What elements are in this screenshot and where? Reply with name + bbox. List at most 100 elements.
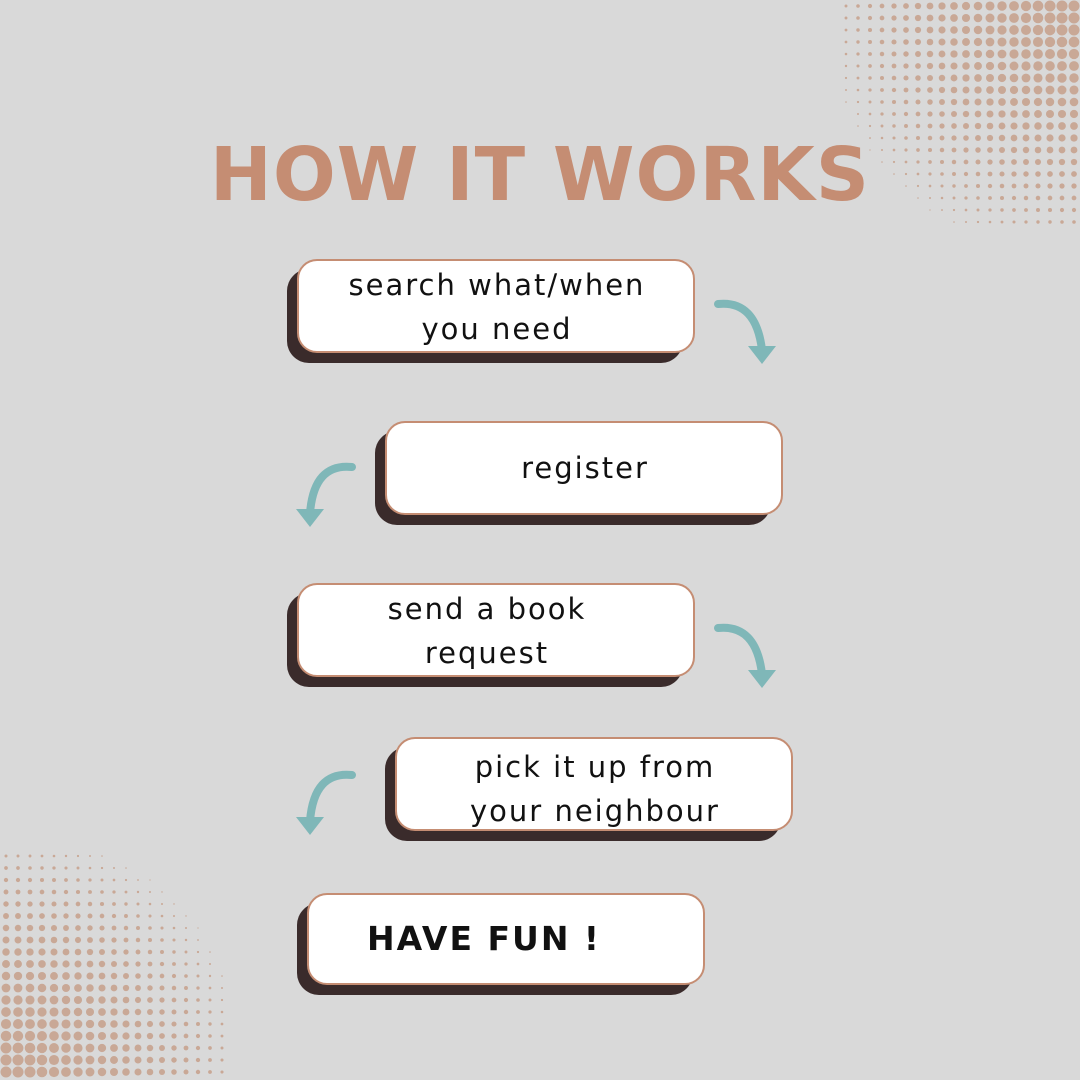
halftone-dot: [28, 854, 32, 858]
halftone-dot: [26, 924, 34, 932]
halftone-dot: [86, 948, 94, 956]
halftone-dot: [208, 1010, 212, 1014]
halftone-dot: [74, 972, 82, 980]
halftone-dot: [148, 914, 152, 918]
halftone-dot: [14, 948, 22, 956]
halftone-dot: [961, 13, 971, 23]
halftone-dot: [903, 75, 909, 81]
halftone-dot: [857, 125, 859, 127]
halftone-dot: [903, 87, 909, 93]
halftone-dot: [111, 925, 117, 931]
infographic-canvas: HOW IT WORKS search what/when you need r…: [0, 0, 1080, 1080]
halftone-dot: [973, 37, 983, 47]
halftone-dot: [111, 949, 117, 955]
step-label-request: send a book request: [387, 592, 587, 670]
halftone-dot: [110, 984, 118, 992]
halftone-dot: [879, 3, 885, 9]
halftone-dot: [938, 2, 946, 10]
halftone-dot: [1021, 85, 1031, 95]
halftone-dot: [844, 64, 848, 68]
halftone-dot: [39, 913, 45, 919]
halftone-dot: [196, 998, 200, 1002]
halftone-dot: [88, 878, 92, 882]
halftone-dot: [49, 1043, 59, 1053]
halftone-dot: [1068, 48, 1080, 60]
halftone-dot: [196, 1022, 200, 1026]
halftone-dot: [124, 914, 128, 918]
halftone-dot: [134, 1020, 142, 1028]
halftone-dot: [159, 1021, 165, 1027]
halftone-dot: [85, 1007, 95, 1017]
halftone-dot: [985, 1, 995, 11]
halftone-dot: [15, 913, 21, 919]
halftone-dot: [26, 948, 34, 956]
halftone-dot: [879, 75, 885, 81]
halftone-dot: [950, 62, 958, 70]
halftone-dot: [134, 1068, 142, 1076]
halftone-dot: [927, 111, 933, 117]
halftone-dot: [1057, 85, 1067, 95]
halftone-dot: [927, 87, 933, 93]
halftone-dot: [208, 1058, 212, 1062]
halftone-dot: [985, 37, 995, 47]
halftone-dot: [15, 901, 21, 907]
halftone-dot: [146, 1056, 154, 1064]
halftone-dot: [845, 101, 847, 103]
halftone-dot: [962, 74, 970, 82]
halftone-dot: [73, 1067, 83, 1077]
step-card-pickup: pick it up from your neighbour: [385, 737, 793, 841]
halftone-dot: [915, 51, 921, 57]
halftone-dot: [1009, 25, 1019, 35]
halftone-dot: [1032, 12, 1044, 24]
halftone-dot: [12, 1018, 24, 1030]
halftone-dot: [135, 925, 141, 931]
halftone-dot: [1021, 61, 1031, 71]
halftone-dot: [0, 1066, 12, 1078]
halftone-dot: [99, 913, 105, 919]
halftone-dot: [1033, 97, 1043, 107]
halftone-dot: [962, 110, 970, 118]
halftone-dot: [985, 61, 995, 71]
halftone-dot: [13, 995, 23, 1005]
halftone-dot: [867, 3, 873, 9]
halftone-dot: [951, 123, 957, 129]
halftone-dot: [844, 40, 848, 44]
halftone-dot: [159, 985, 165, 991]
halftone-dot: [172, 950, 176, 954]
halftone-dot: [98, 1020, 106, 1028]
halftone-dot: [74, 960, 82, 968]
halftone-dot: [868, 76, 872, 80]
halftone-dot: [976, 220, 980, 224]
halftone-dot: [938, 38, 946, 46]
halftone-dot: [2, 936, 10, 944]
halftone-dot: [1009, 73, 1019, 83]
halftone-dot: [40, 854, 44, 858]
halftone-dot: [1046, 122, 1054, 130]
halftone-dot: [110, 996, 118, 1004]
halftone-dot: [24, 1054, 36, 1066]
halftone-dot: [220, 1010, 224, 1014]
halftone-dot: [891, 15, 897, 21]
halftone-dot: [856, 28, 860, 32]
halftone-dot: [986, 98, 994, 106]
halftone-dot: [37, 1007, 47, 1017]
halftone-dot: [220, 1034, 224, 1038]
halftone-dot: [974, 110, 982, 118]
halftone-dot: [27, 889, 33, 895]
halftone-dot: [185, 927, 187, 929]
halftone-dot: [915, 111, 921, 117]
halftone-dot: [159, 973, 165, 979]
halftone-dot: [939, 111, 945, 117]
halftone-dot: [903, 99, 909, 105]
halftone-dot: [39, 889, 45, 895]
halftone-dot: [1057, 73, 1067, 83]
halftone-dot: [146, 1044, 154, 1052]
halftone-dot: [974, 98, 982, 106]
halftone-dot: [973, 25, 983, 35]
halftone-dot: [926, 26, 934, 34]
halftone-dot: [183, 1009, 189, 1015]
halftone-dot: [52, 854, 56, 858]
halftone-dot: [891, 99, 897, 105]
halftone-dot: [86, 984, 94, 992]
halftone-dot: [87, 937, 93, 943]
